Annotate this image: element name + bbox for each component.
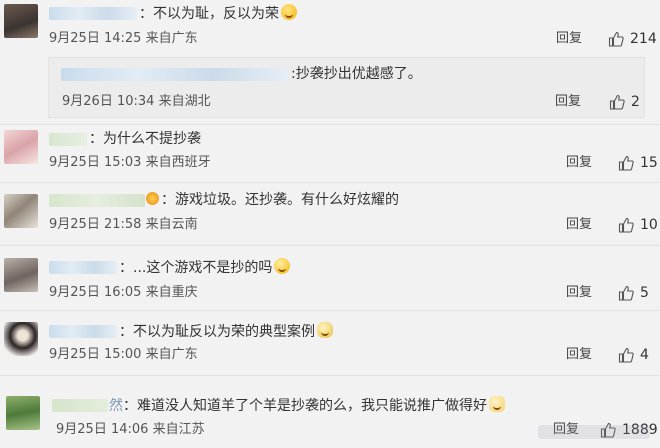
avatar[interactable] — [4, 258, 38, 292]
watermark-logo — [538, 422, 654, 446]
like-button[interactable]: 214 — [608, 30, 657, 48]
thumbs-up-icon — [618, 155, 634, 171]
comment-source: 来自西班牙 — [145, 155, 211, 170]
like-count: 15 — [640, 155, 658, 171]
avatar[interactable] — [4, 322, 38, 356]
reply-button[interactable]: 回复 — [555, 94, 581, 110]
comment-source: 来自广东 — [145, 31, 198, 46]
username-blurred[interactable] — [52, 399, 108, 412]
username-blurred[interactable] — [49, 133, 87, 146]
laugh-emoji-icon — [274, 258, 291, 274]
sub-reply-date: 9月26日 10:34 — [62, 94, 155, 109]
like-count: 214 — [630, 31, 657, 47]
comment-meta: 9月25日 21:58 来自云南 — [49, 217, 198, 233]
watermark-logo-icon — [538, 425, 650, 439]
comment-text-content: ：难道没人知道羊了个羊是抄袭的么，我只能说推广做得好 — [123, 398, 487, 414]
reply-button[interactable]: 回复 — [566, 285, 592, 301]
sub-reply: :抄袭抄出优越感了。 9月26日 10:34 来自湖北 回复 2 — [48, 57, 645, 118]
username-blurred[interactable] — [49, 7, 137, 20]
comment-date: 9月25日 16:05 — [49, 285, 142, 300]
divider — [0, 310, 660, 311]
like-button[interactable]: 2 — [609, 93, 640, 111]
comment-text-content: ：不以为耻反以为荣的典型案例 — [119, 324, 315, 340]
reply-button[interactable]: 回复 — [566, 217, 592, 233]
like-count: 4 — [640, 347, 649, 363]
like-count: 2 — [631, 94, 640, 110]
comment-date: 9月25日 15:00 — [49, 347, 142, 362]
sub-reply-meta: 9月26日 10:34 来自湖北 — [62, 94, 211, 110]
comment-source: 来自云南 — [145, 217, 198, 232]
comment-source: 来自广东 — [145, 347, 198, 362]
comment-meta: 9月25日 15:03 来自西班牙 — [49, 155, 211, 171]
vip-badge-icon — [146, 192, 159, 205]
reply-button[interactable]: 回复 — [556, 31, 582, 47]
comment-meta: 9月25日 15:00 来自广东 — [49, 347, 198, 363]
divider — [0, 375, 660, 376]
divider — [0, 245, 660, 246]
comment-text-content: ：不以为耻，反以为荣 — [139, 6, 279, 22]
reply-button[interactable]: 回复 — [566, 155, 592, 171]
comment-text: 然：难道没人知道羊了个羊是抄袭的么，我只能说推广做得好 — [109, 396, 505, 415]
comment-meta: 9月25日 14:06 来自江苏 — [56, 422, 205, 438]
sub-reply-text: :抄袭抄出优越感了。 — [291, 66, 422, 82]
avatar[interactable] — [4, 4, 38, 38]
comment-text: ：不以为耻反以为荣的典型案例 — [119, 322, 333, 341]
comment-item: ：为什么不提抄袭 9月25日 15:03 来自西班牙 回复 15 — [0, 126, 660, 178]
comment-text: ：...这个游戏不是抄的吗 — [119, 258, 291, 277]
divider — [0, 182, 660, 183]
comment-text: ：为什么不提抄袭 — [89, 131, 201, 147]
comment-text: ：不以为耻，反以为荣 — [139, 4, 297, 23]
like-button[interactable]: 10 — [618, 216, 658, 234]
thumbs-up-icon — [618, 347, 634, 363]
thumbs-up-icon — [608, 31, 624, 47]
ok-emoji-icon — [317, 322, 333, 338]
username-blurred[interactable] — [49, 261, 117, 274]
like-count: 10 — [640, 217, 658, 233]
username-blurred[interactable] — [49, 325, 117, 338]
like-button[interactable]: 4 — [618, 346, 649, 364]
comment-text: ：游戏垃圾。还抄袭。有什么好炫耀的 — [146, 191, 399, 209]
comment-source: 来自江苏 — [152, 422, 205, 437]
like-count: 5 — [640, 285, 649, 301]
comment-date: 9月25日 14:06 — [56, 422, 149, 437]
comment-item: ：游戏垃圾。还抄袭。有什么好炫耀的 9月25日 21:58 来自云南 回复 10 — [0, 186, 660, 238]
comment-date: 9月25日 21:58 — [49, 217, 142, 232]
cat-emoji-icon — [489, 396, 505, 412]
thumbs-up-icon — [618, 217, 634, 233]
comment-meta: 9月25日 14:25 来自广东 — [49, 31, 198, 47]
divider — [0, 124, 660, 125]
comment-meta: 9月25日 16:05 来自重庆 — [49, 285, 198, 301]
thumbs-up-icon — [618, 285, 634, 301]
avatar[interactable] — [6, 396, 40, 430]
username-blurred[interactable] — [61, 68, 289, 81]
username-blurred[interactable] — [49, 194, 145, 207]
thumbs-up-icon — [609, 94, 625, 110]
like-button[interactable]: 5 — [618, 284, 649, 302]
comment-date: 9月25日 14:25 — [49, 31, 142, 46]
comment-item: ：不以为耻，反以为荣 9月25日 14:25 来自广东 回复 214 — [0, 0, 660, 52]
comment-item: ：...这个游戏不是抄的吗 9月25日 16:05 来自重庆 回复 5 — [0, 250, 660, 306]
comment-item: ：不以为耻反以为荣的典型案例 9月25日 15:00 来自广东 回复 4 — [0, 314, 660, 370]
comment-date: 9月25日 15:03 — [49, 155, 142, 170]
comment-text-content: ：游戏垃圾。还抄袭。有什么好炫耀的 — [161, 192, 399, 208]
username-tail[interactable]: 然 — [109, 398, 123, 414]
comment-text-content: ：...这个游戏不是抄的吗 — [119, 260, 273, 276]
comment-source: 来自重庆 — [145, 285, 198, 300]
reply-button[interactable]: 回复 — [566, 347, 592, 363]
avatar[interactable] — [4, 194, 38, 228]
avatar[interactable] — [4, 130, 38, 164]
smile-emoji-icon — [281, 4, 297, 20]
like-button[interactable]: 15 — [618, 154, 658, 172]
sub-reply-source: 来自湖北 — [158, 94, 211, 109]
